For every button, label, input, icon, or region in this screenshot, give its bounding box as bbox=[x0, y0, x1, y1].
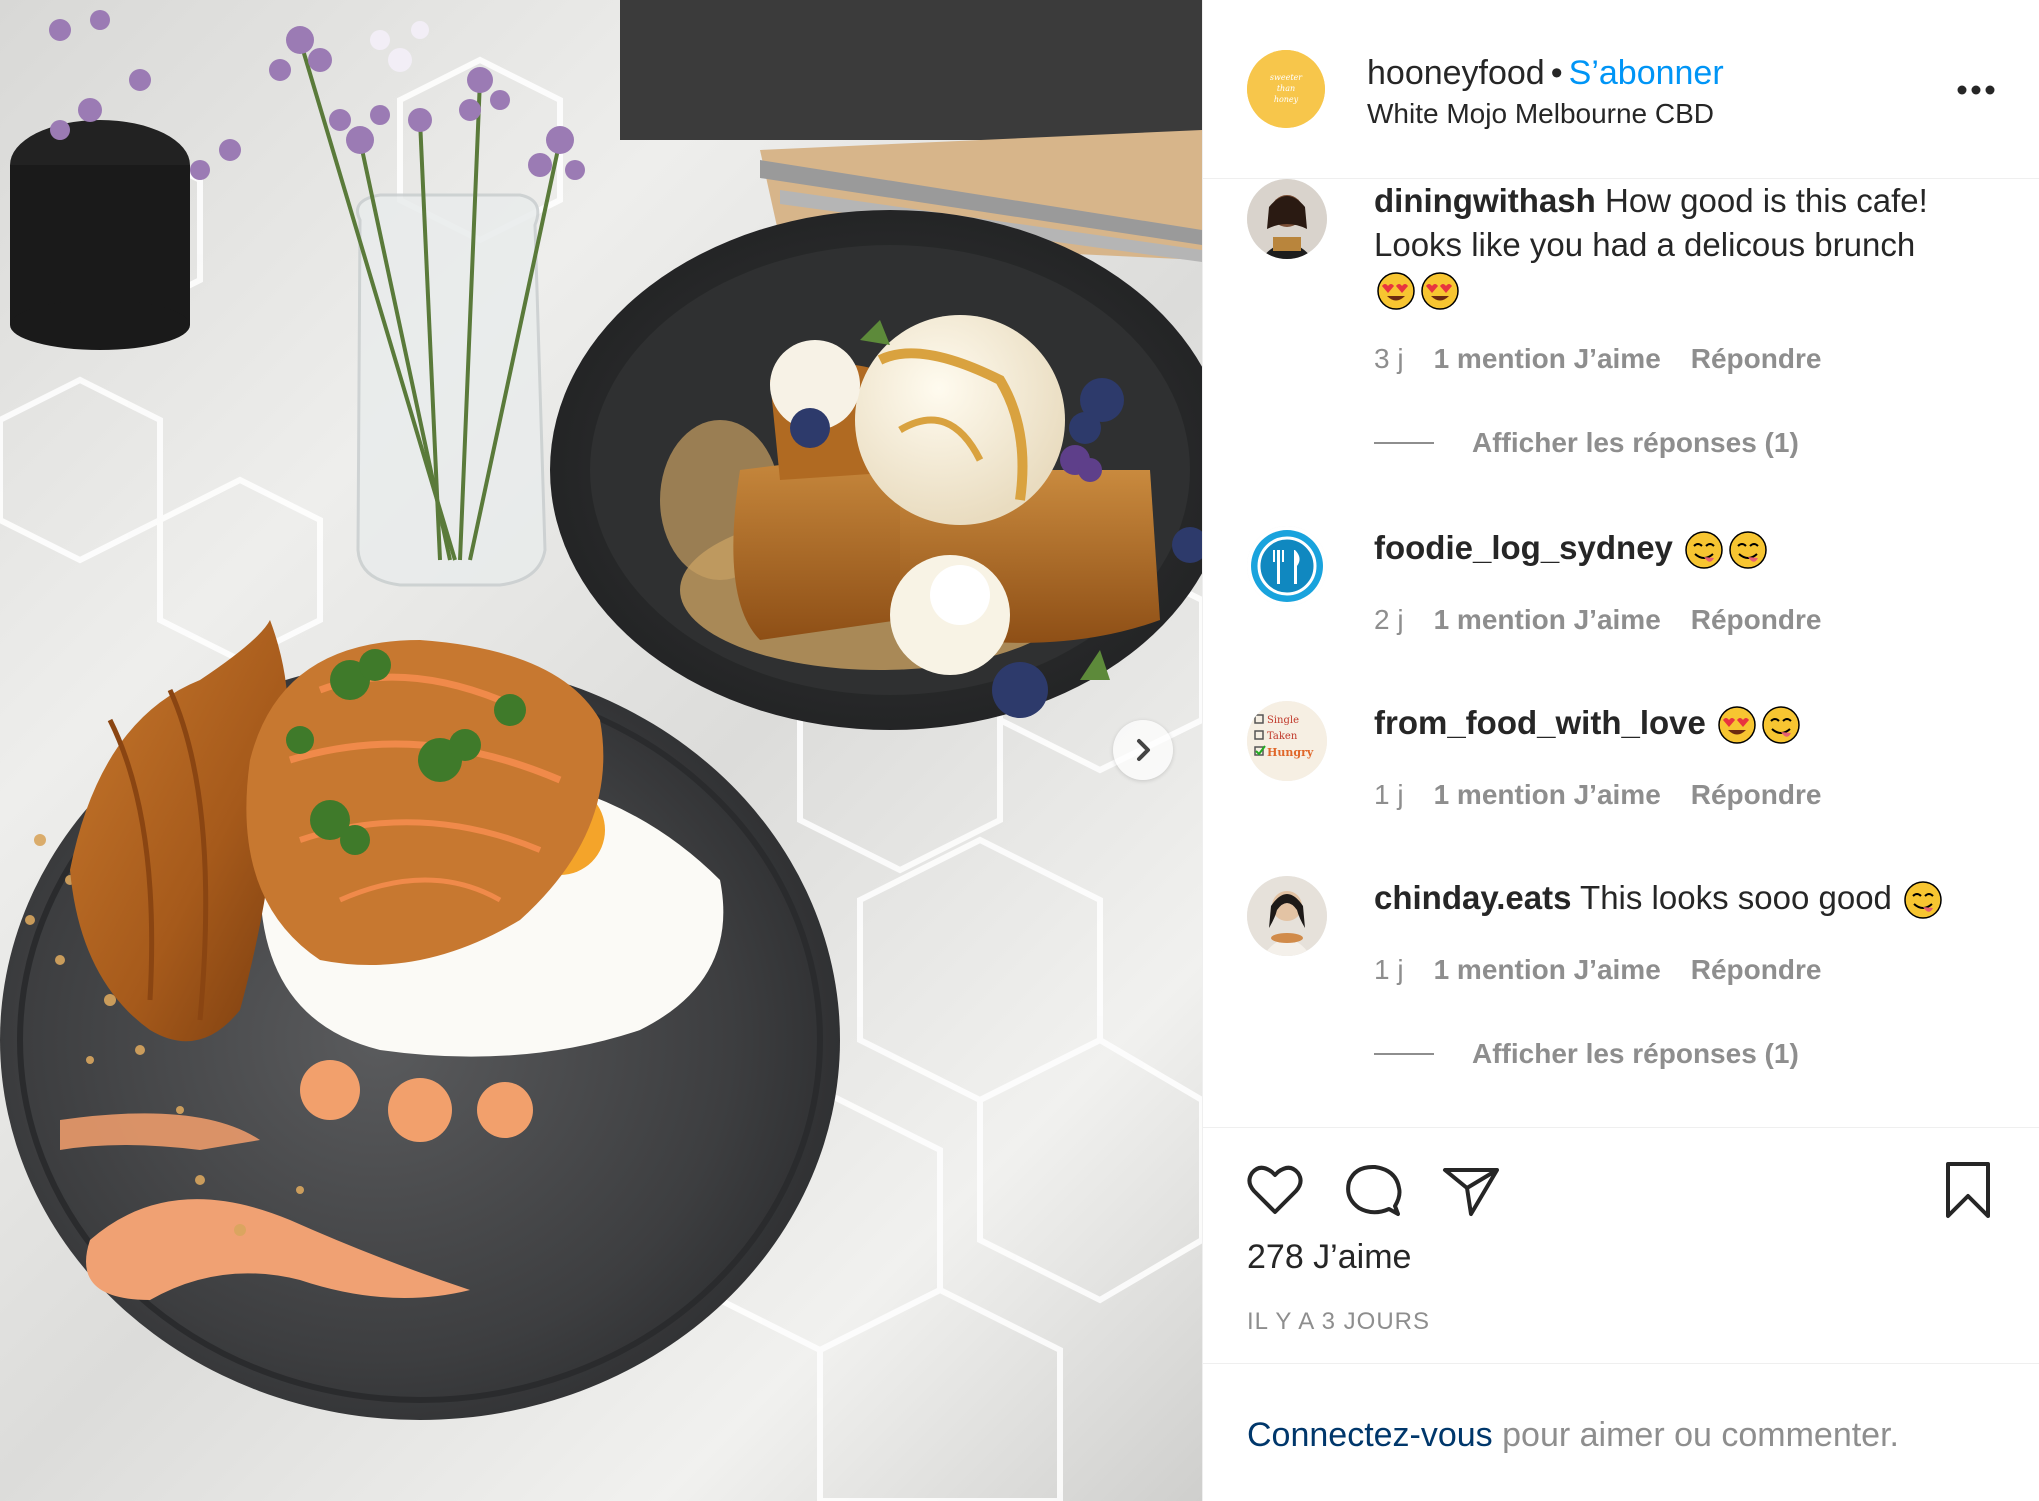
heart-icon[interactable] bbox=[1243, 1158, 1307, 1222]
login-prompt: Connectez-vous pour aimer ou commenter. bbox=[1203, 1363, 2039, 1501]
comment-avatar[interactable]: Single Taken Hungry bbox=[1247, 701, 1327, 781]
user-photo bbox=[1247, 876, 1327, 956]
avatar-line-hungry: Hungry bbox=[1267, 746, 1314, 759]
reply-button[interactable]: Répondre bbox=[1691, 779, 1822, 811]
comment-age: 3 j bbox=[1374, 343, 1404, 374]
author-username[interactable]: hooneyfood bbox=[1367, 54, 1545, 92]
view-replies-label: Afficher les réponses (1) bbox=[1472, 427, 1799, 458]
comment-age: 1 j bbox=[1374, 779, 1404, 810]
view-replies-label: Afficher les réponses (1) bbox=[1472, 1038, 1799, 1069]
comment-text-block: diningwithash How good is this cafe! Loo… bbox=[1374, 179, 1994, 311]
comment-meta: 1 j 1 mention J’aime Répondre bbox=[1374, 954, 1821, 986]
yum-emoji bbox=[1685, 531, 1723, 570]
follow-button[interactable]: S’abonner bbox=[1569, 54, 1724, 92]
comments-list[interactable]: diningwithash How good is this cafe! Loo… bbox=[1203, 179, 2039, 1127]
instagram-post-page: sweeter than honey hooneyfood • S’abonner … bbox=[0, 0, 2039, 1501]
comment-text-block: from_food_with_love bbox=[1374, 701, 1994, 745]
comment-text: This looks sooo good bbox=[1580, 879, 1892, 916]
post-timestamp[interactable]: IL Y A 3 JOURS bbox=[1247, 1308, 1430, 1336]
comment-username[interactable]: from_food_with_love bbox=[1374, 704, 1706, 741]
post-actions: 278 J’aime IL Y A 3 JOURS bbox=[1203, 1127, 2039, 1363]
foodie-log-logo bbox=[1247, 526, 1327, 606]
comment-username[interactable]: foodie_log_sydney bbox=[1374, 529, 1673, 566]
replies-divider bbox=[1374, 442, 1434, 444]
comment-age: 1 j bbox=[1374, 954, 1404, 985]
comment-likes-button[interactable]: 1 mention J’aime bbox=[1434, 779, 1661, 811]
reply-button[interactable]: Répondre bbox=[1691, 343, 1822, 375]
yum-emoji bbox=[1762, 706, 1800, 745]
login-rest-text: pour aimer ou commenter. bbox=[1492, 1416, 1899, 1454]
comment-avatar[interactable] bbox=[1247, 876, 1327, 956]
comment-username[interactable]: diningwithash bbox=[1374, 182, 1596, 219]
comment-likes-button[interactable]: 1 mention J’aime bbox=[1434, 954, 1661, 986]
user-photo bbox=[1247, 179, 1327, 259]
avatar-line-single: Single bbox=[1267, 715, 1299, 726]
author-avatar[interactable]: sweeter than honey bbox=[1247, 50, 1325, 128]
comment-icon[interactable] bbox=[1341, 1158, 1405, 1222]
brunch-photo bbox=[0, 0, 1202, 1501]
share-icon[interactable] bbox=[1439, 1158, 1503, 1222]
comment-text-block: foodie_log_sydney bbox=[1374, 526, 1994, 570]
view-replies-button[interactable]: Afficher les réponses (1) bbox=[1374, 427, 1799, 459]
svg-text:sweeter: sweeter bbox=[1270, 73, 1303, 82]
comment-avatar[interactable] bbox=[1247, 526, 1327, 606]
likes-count[interactable]: 278 J’aime bbox=[1247, 1238, 1411, 1277]
comment-likes-button[interactable]: 1 mention J’aime bbox=[1434, 604, 1661, 636]
post-sidebar: sweeter than honey hooneyfood • S’abonner … bbox=[1202, 0, 2039, 1501]
svg-text:honey: honey bbox=[1274, 95, 1299, 104]
comment-meta: 3 j 1 mention J’aime Répondre bbox=[1374, 343, 1821, 375]
heart-eyes-emoji bbox=[1377, 272, 1415, 311]
comment-likes-button[interactable]: 1 mention J’aime bbox=[1434, 343, 1661, 375]
reply-button[interactable]: Répondre bbox=[1691, 954, 1822, 986]
replies-divider bbox=[1374, 1053, 1434, 1055]
avatar-line-taken: Taken bbox=[1267, 731, 1298, 742]
svg-text:than: than bbox=[1277, 84, 1295, 93]
heart-eyes-emoji bbox=[1718, 706, 1756, 745]
comment-age: 2 j bbox=[1374, 604, 1404, 635]
bookmark-icon[interactable] bbox=[1936, 1158, 2000, 1222]
from-food-with-love-logo: Single Taken Hungry bbox=[1247, 701, 1327, 781]
more-dots-icon bbox=[1957, 85, 1995, 95]
comment-meta: 1 j 1 mention J’aime Répondre bbox=[1374, 779, 1821, 811]
chevron-right-icon bbox=[1137, 739, 1150, 761]
comment-avatar[interactable] bbox=[1247, 179, 1327, 259]
comment-text-block: chinday.eats This looks sooo good bbox=[1374, 876, 1994, 920]
login-link[interactable]: Connectez-vous bbox=[1247, 1416, 1493, 1454]
post-header: sweeter than honey hooneyfood • S’abonner … bbox=[1203, 0, 2039, 179]
comment-meta: 2 j 1 mention J’aime Répondre bbox=[1374, 604, 1821, 636]
view-replies-button[interactable]: Afficher les réponses (1) bbox=[1374, 1038, 1799, 1070]
carousel-next-button[interactable] bbox=[1113, 720, 1173, 780]
comment-username[interactable]: chinday.eats bbox=[1374, 879, 1571, 916]
login-text: Connectez-vous pour aimer ou commenter. bbox=[1247, 1416, 1899, 1455]
more-options-button[interactable] bbox=[1955, 72, 1997, 108]
reply-button[interactable]: Répondre bbox=[1691, 604, 1822, 636]
header-user-line: hooneyfood • S’abonner bbox=[1367, 52, 1724, 94]
heart-eyes-emoji bbox=[1421, 272, 1459, 311]
location-link[interactable]: White Mojo Melbourne CBD bbox=[1367, 96, 1714, 132]
post-photo[interactable] bbox=[0, 0, 1202, 1501]
yum-emoji bbox=[1904, 881, 1942, 920]
separator-dot: • bbox=[1550, 54, 1563, 92]
yum-emoji bbox=[1729, 531, 1767, 570]
hooneyfood-logo: sweeter than honey bbox=[1247, 50, 1325, 128]
